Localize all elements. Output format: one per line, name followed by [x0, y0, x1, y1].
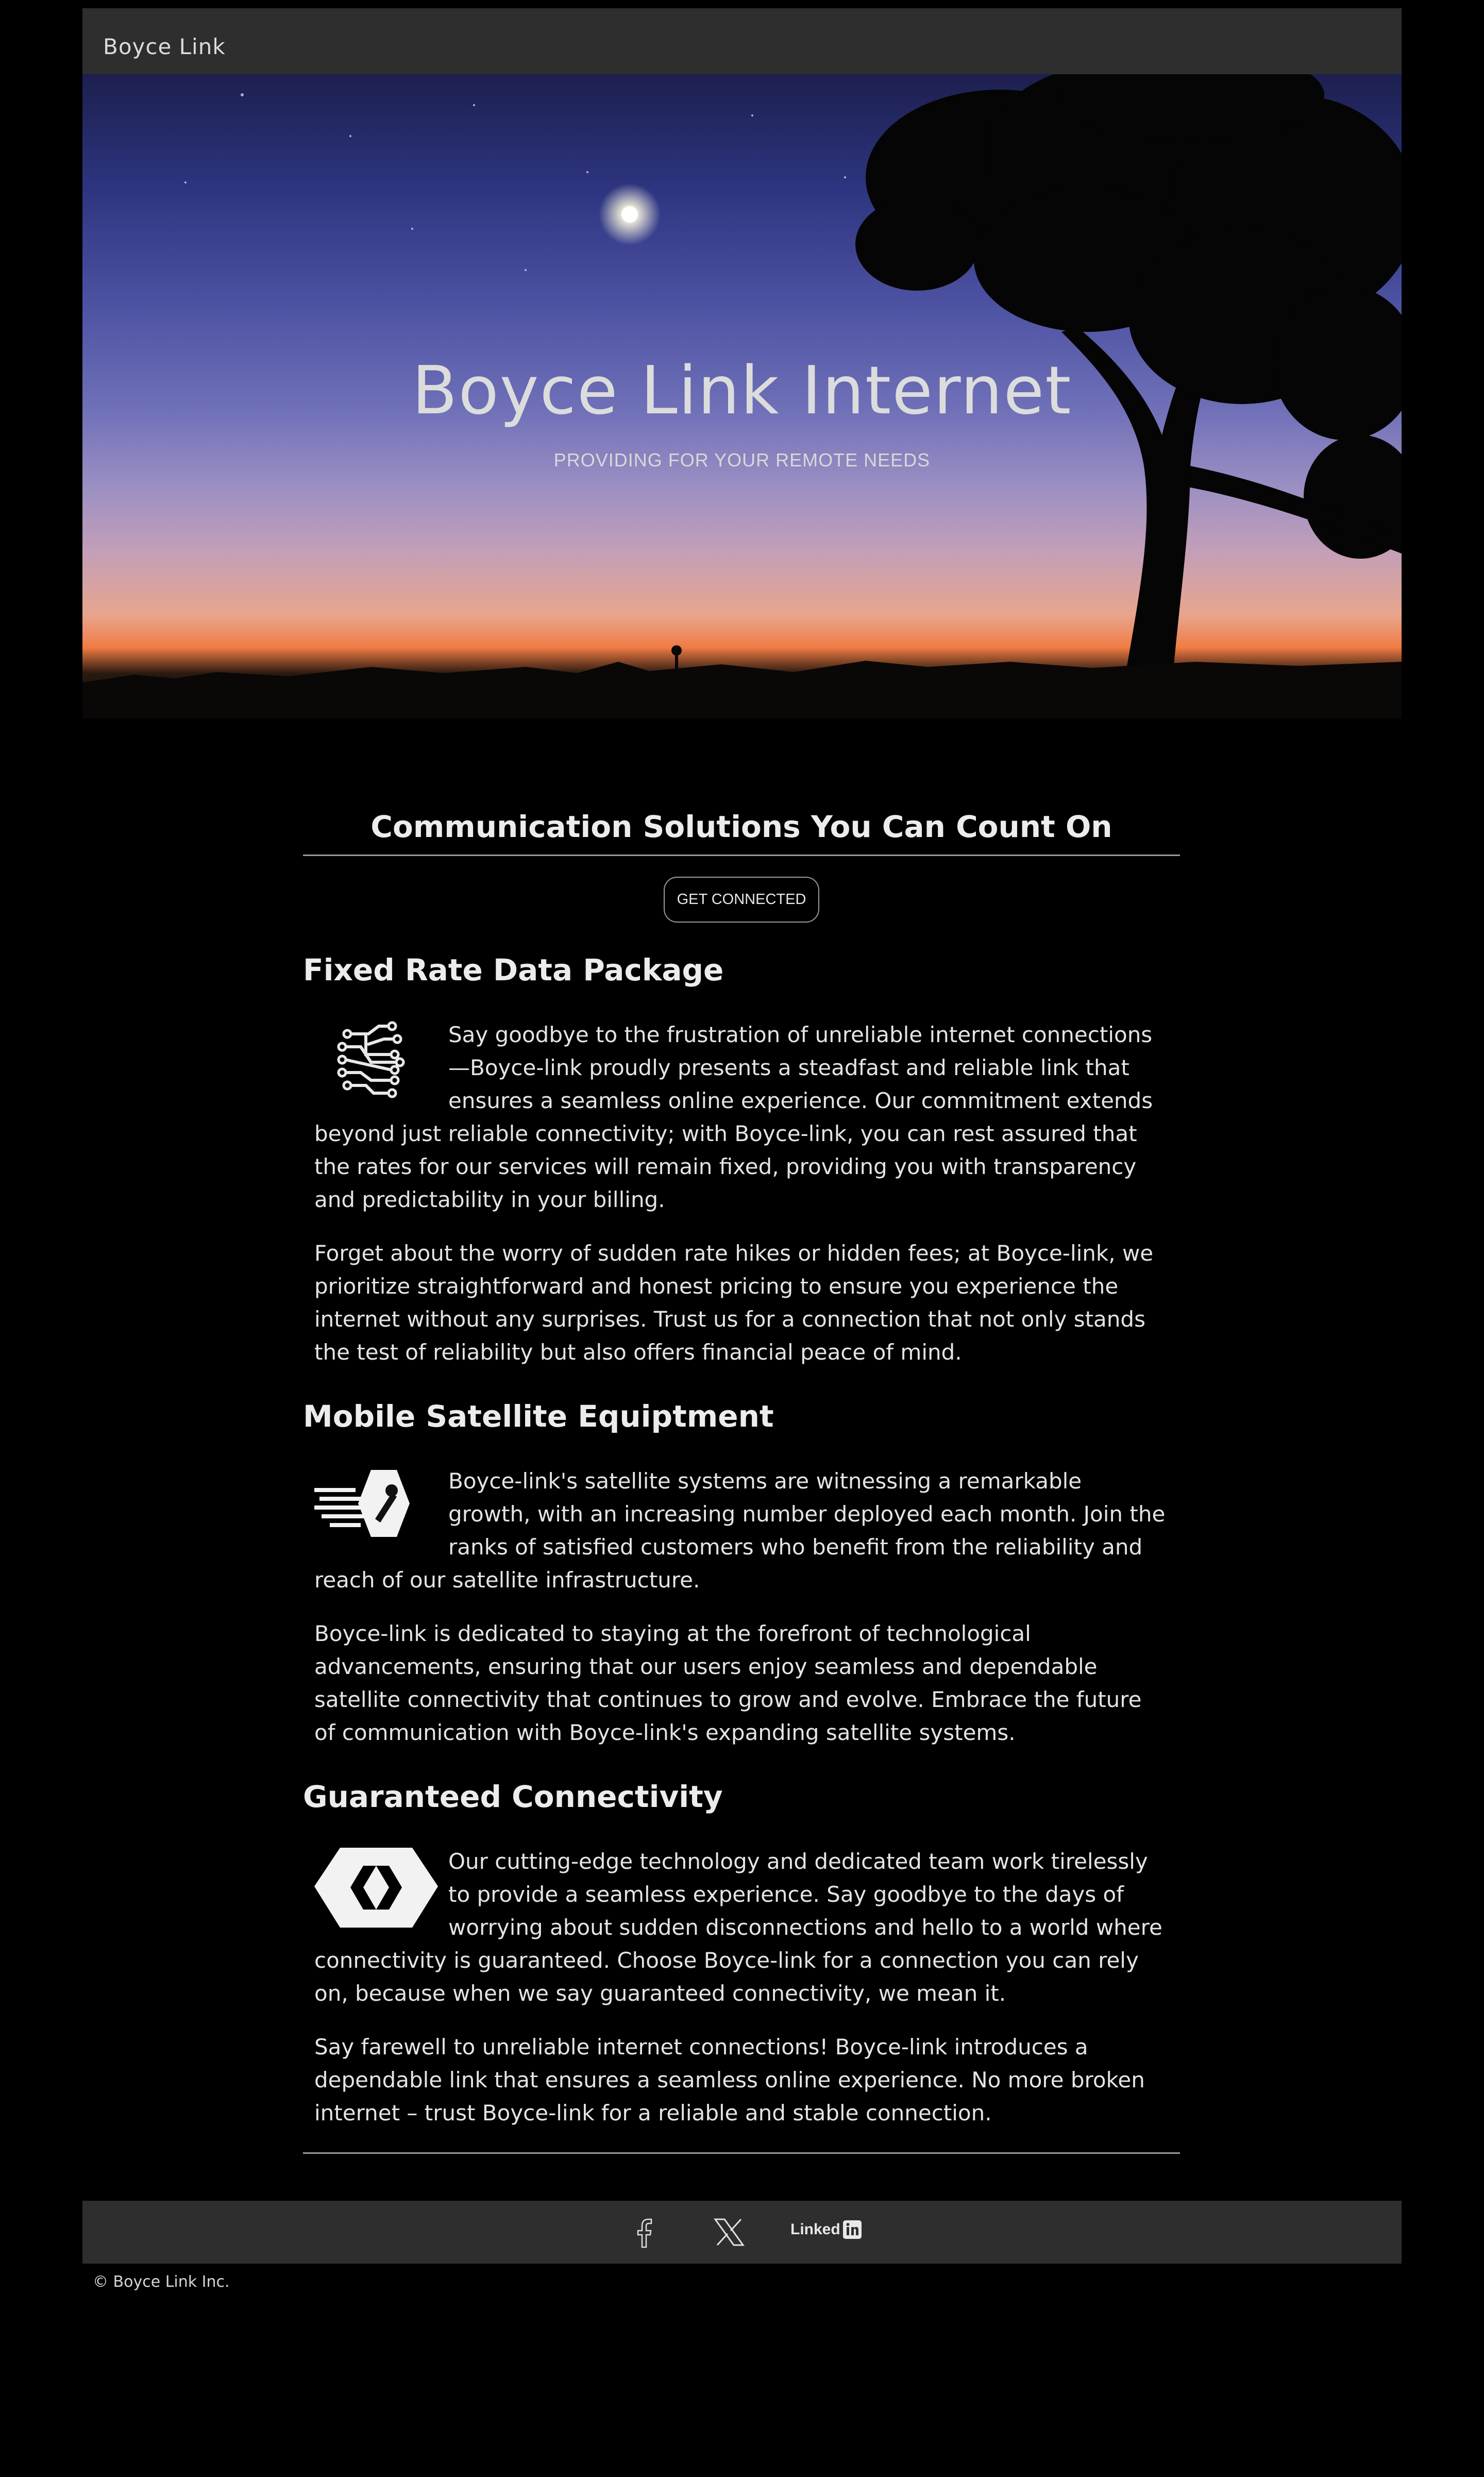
section-guaranteed-connectivity: Guaranteed Connectivity Our cutting-edge… [303, 1779, 1180, 2130]
hero-subtitle: PROVIDING FOR YOUR REMOTE NEEDS [553, 449, 931, 471]
hero-title: Boyce Link Internet [412, 353, 1072, 429]
top-bar: Boyce Link [82, 8, 1402, 74]
section-title: Guaranteed Connectivity [303, 1779, 723, 1814]
x-icon[interactable] [712, 2215, 746, 2249]
get-connected-button[interactable]: GET CONNECTED [663, 877, 820, 923]
section-paragraph: Boyce-link is dedicated to staying at th… [314, 1621, 1142, 1745]
footer-bar: Linked [82, 2201, 1402, 2264]
main-content: Communication Solutions You Can Count On… [303, 809, 1180, 2154]
connection-icon [314, 1845, 448, 1944]
linkedin-icon[interactable]: Linked [790, 2220, 862, 2244]
section-paragraph: Say goodbye to the frustration of unreli… [314, 1018, 1169, 1216]
section-fixed-rate: Fixed Rate Data Package Say goodbye to t… [303, 952, 1180, 1369]
hero-banner: Boyce Link Internet PROVIDING FOR YOUR R… [82, 74, 1402, 718]
satellite-icon [314, 1465, 448, 1564]
section-title: Mobile Satellite Equiptment [303, 1399, 774, 1434]
copyright-text: © Boyce Link Inc. [93, 2273, 230, 2291]
main-heading: Communication Solutions You Can Count On [370, 809, 1112, 844]
section-title: Fixed Rate Data Package [303, 952, 724, 988]
page: Boyce Link Boyce Link Internet PROVIDING… [0, 0, 1484, 2477]
section-mobile-satellite: Mobile Satellite Equiptment Boyce-link's… [303, 1399, 1180, 1749]
heading-divider [303, 855, 1180, 856]
brand-link[interactable]: Boyce Link [103, 34, 226, 59]
section-paragraph: Our cutting-edge technology and dedicate… [314, 1845, 1169, 2010]
cta-container: GET CONNECTED [303, 877, 1180, 923]
facebook-icon[interactable] [635, 2215, 655, 2249]
section-paragraph: Boyce-link's satellite systems are witne… [314, 1465, 1169, 1597]
section-paragraph: Say farewell to unreliable internet conn… [314, 2034, 1145, 2125]
section-paragraph: Forget about the worry of sudden rate hi… [314, 1241, 1154, 1365]
content-divider [303, 2152, 1180, 2154]
circuit-icon [314, 1018, 448, 1117]
linkedin-label: Linked [790, 2221, 840, 2238]
